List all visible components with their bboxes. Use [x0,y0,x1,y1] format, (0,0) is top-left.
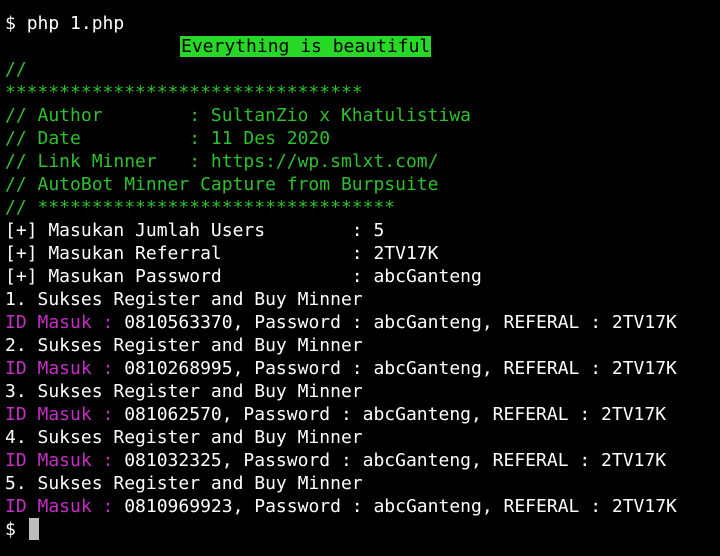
result-status: 4. Sukses Register and Buy Minner [5,427,363,448]
result-id-value: 081032325, Password : abcGanteng, REFERA… [113,450,667,471]
command-line: $ php 1.php [5,12,720,35]
result-id-label: ID Masuk : [5,496,114,517]
result-status: 3. Sukses Register and Buy Minner [5,381,363,402]
banner-text: Everything is beautiful [180,36,432,57]
result-status: 5. Sukses Register and Buy Minner [5,473,363,494]
prompt-symbol: $ [5,519,16,540]
input-referral: [+] Masukan Referral : 2TV17K [5,243,439,264]
result-id-value: 0810268995, Password : abcGanteng, REFER… [113,358,677,379]
result-detail: ID Masuk : 0810563370, Password : abcGan… [5,311,720,334]
header-description: // AutoBot Minner Capture from Burpsuite [5,174,439,195]
input-user-count: [+] Masukan Jumlah Users : 5 [5,220,385,241]
header-stars: ********************************* [5,82,363,103]
result-status: 1. Sukses Register and Buy Minner [5,289,363,310]
result-id-value: 0810969923, Password : abcGanteng, REFER… [113,496,677,517]
result-detail: ID Masuk : 081032325, Password : abcGant… [5,449,720,472]
result-detail: ID Masuk : 0810268995, Password : abcGan… [5,357,720,380]
result-id-value: 081062570, Password : abcGanteng, REFERA… [113,404,667,425]
result-detail: ID Masuk : 0810969923, Password : abcGan… [5,495,720,518]
header-date: // Date : 11 Des 2020 [5,128,331,149]
result-id-label: ID Masuk : [5,358,114,379]
command-text: php 1.php [26,13,125,34]
header-link: // Link Minner : https://wp.smlxt.com/ [5,151,439,172]
header-footer-stars: // ********************************* [5,197,396,218]
final-prompt-line[interactable]: $ [5,518,720,541]
result-id-label: ID Masuk : [5,450,114,471]
input-password: [+] Masukan Password : abcGanteng [5,266,482,287]
result-status: 2. Sukses Register and Buy Minner [5,335,363,356]
result-id-label: ID Masuk : [5,404,114,425]
prompt-symbol: $ [5,13,16,34]
text-cursor [28,518,39,540]
terminal-window[interactable]: $ php 1.php Everything is beautiful // *… [0,0,720,556]
header-comment: // [5,59,27,80]
header-author: // Author : SultanZio x Khatulistiwa [5,105,471,126]
result-id-value: 0810563370, Password : abcGanteng, REFER… [113,312,677,333]
result-id-label: ID Masuk : [5,312,114,333]
result-detail: ID Masuk : 081062570, Password : abcGant… [5,403,720,426]
banner-line: Everything is beautiful [5,35,720,58]
